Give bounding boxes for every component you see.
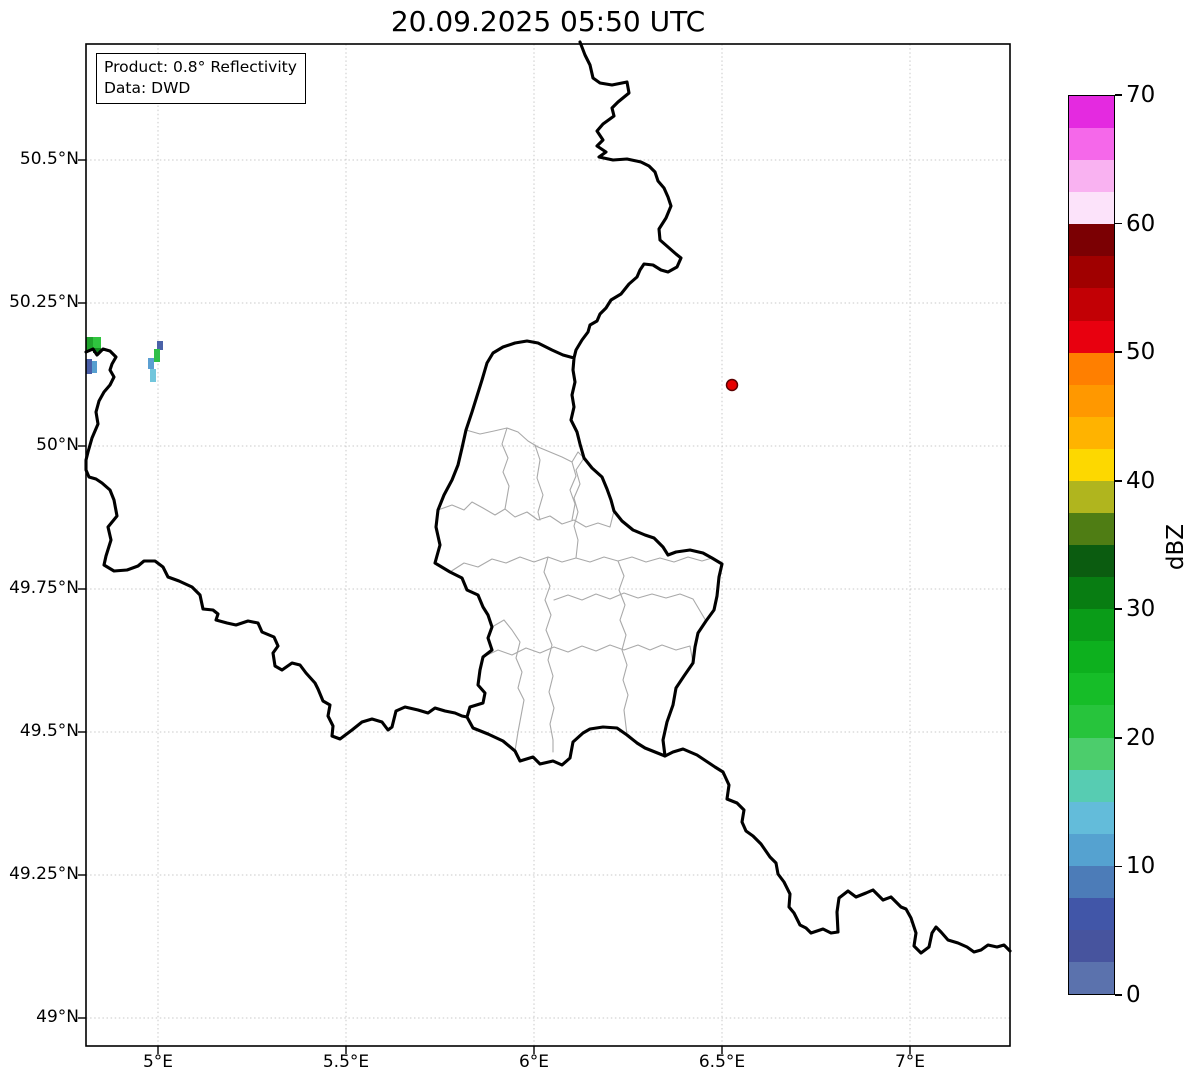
lon-tick-label: 7°E xyxy=(894,1052,926,1072)
colorbar xyxy=(1068,95,1115,995)
radar-echo-cell xyxy=(86,359,92,374)
colorbar-band xyxy=(1069,192,1114,225)
colorbar-tick-label: 20 xyxy=(1126,724,1156,751)
colorbar-band xyxy=(1069,801,1114,834)
lat-tick-label: 49°N xyxy=(36,1007,79,1027)
canton-border-line xyxy=(543,556,555,753)
product-info-box: Product: 0.8° Reflectivity Data: DWD xyxy=(96,53,306,104)
canton-border-line xyxy=(437,501,615,528)
colorbar-tick-label: 10 xyxy=(1126,853,1156,880)
colorbar-band xyxy=(1069,577,1114,610)
radar-site-marker xyxy=(725,378,739,392)
colorbar-axis-label: dBZ xyxy=(1163,523,1189,571)
colorbar-tick xyxy=(1115,479,1122,482)
colorbar-tick-label: 50 xyxy=(1126,339,1156,366)
colorbar-band xyxy=(1069,865,1114,898)
lat-tick-label: 49.25°N xyxy=(9,864,79,884)
colorbar-band xyxy=(1069,352,1114,385)
figure: 20.09.2025 05:50 UTC Product: 0.8° Refle… xyxy=(0,0,1202,1081)
colorbar-band xyxy=(1069,897,1114,931)
radar-echo-cell xyxy=(148,358,154,369)
colorbar-band xyxy=(1069,256,1114,289)
colorbar-band xyxy=(1069,962,1114,995)
lon-tick-label: 5°E xyxy=(142,1052,174,1072)
map-frame xyxy=(85,43,1011,1047)
colorbar-band xyxy=(1069,545,1114,578)
product-label: Product: 0.8° Reflectivity xyxy=(104,58,297,76)
belgium-germany-border xyxy=(572,40,683,360)
colorbar-band xyxy=(1069,833,1114,866)
colorbar-band xyxy=(1069,769,1114,802)
colorbar-tick xyxy=(1115,994,1122,996)
colorbar-band xyxy=(1069,128,1114,161)
lon-tick-label: 5.5°E xyxy=(322,1052,370,1072)
colorbar-band xyxy=(1069,320,1114,353)
country-borders xyxy=(84,40,1012,955)
colorbar-bands xyxy=(1069,96,1114,995)
canton-border-line xyxy=(501,427,510,510)
lon-tick-label: 6°E xyxy=(518,1052,550,1072)
lat-tick-label: 50.5°N xyxy=(19,149,79,169)
colorbar-tick xyxy=(1115,94,1122,96)
radar-echo-cell xyxy=(150,369,156,382)
map-canvas xyxy=(78,40,1012,1054)
colorbar-band xyxy=(1069,737,1114,770)
colorbar-band xyxy=(1069,384,1114,417)
colorbar-band xyxy=(1069,224,1114,257)
colorbar-band xyxy=(1069,513,1114,546)
colorbar-tick-label: 0 xyxy=(1126,982,1141,1008)
colorbar-band xyxy=(1069,160,1114,193)
data-source-label: Data: DWD xyxy=(104,79,191,97)
canton-border-line xyxy=(465,427,585,463)
lon-tick-label: 6.5°E xyxy=(698,1052,746,1072)
canton-border-line xyxy=(491,619,525,752)
belgium-france-border xyxy=(84,347,469,741)
luxembourg-border xyxy=(433,339,724,767)
colorbar-tick xyxy=(1115,608,1122,611)
colorbar-band xyxy=(1069,930,1114,963)
lat-tick-label: 49.75°N xyxy=(9,578,79,598)
canton-border-line xyxy=(534,444,544,521)
colorbar-tick xyxy=(1115,737,1122,739)
colorbar-tick xyxy=(1115,865,1122,868)
canton-border-line xyxy=(482,644,694,664)
lat-tick-label: 50.25°N xyxy=(9,292,79,312)
colorbar-band xyxy=(1069,288,1114,321)
colorbar-band xyxy=(1069,609,1114,642)
colorbar-band xyxy=(1069,448,1114,481)
lat-tick-label: 50°N xyxy=(36,435,79,455)
radar-echo-cell xyxy=(92,361,97,373)
lat-tick-label: 49.5°N xyxy=(19,721,79,741)
canton-border-line xyxy=(569,461,577,521)
colorbar-tick-label: 40 xyxy=(1126,467,1156,494)
radar-echo-cell xyxy=(93,337,101,348)
colorbar-band xyxy=(1069,480,1114,514)
colorbar-tick-label: 70 xyxy=(1126,82,1156,108)
colorbar-tick xyxy=(1115,222,1122,225)
colorbar-band xyxy=(1069,96,1114,129)
france-germany-border xyxy=(663,747,1012,955)
colorbar-band xyxy=(1069,416,1114,449)
colorbar-band xyxy=(1069,705,1114,738)
colorbar-tick-label: 30 xyxy=(1126,596,1156,623)
radar-echo-cells xyxy=(86,337,163,382)
colorbar-tick xyxy=(1115,351,1122,353)
canton-border-line xyxy=(449,556,713,573)
colorbar-tick-label: 60 xyxy=(1126,210,1156,237)
colorbar-band xyxy=(1069,641,1114,674)
radar-echo-cell xyxy=(154,349,160,362)
colorbar-band xyxy=(1069,673,1114,706)
canton-border-line xyxy=(553,592,707,622)
graticule-gridlines xyxy=(86,44,1010,1046)
radar-echo-cell xyxy=(157,341,163,350)
